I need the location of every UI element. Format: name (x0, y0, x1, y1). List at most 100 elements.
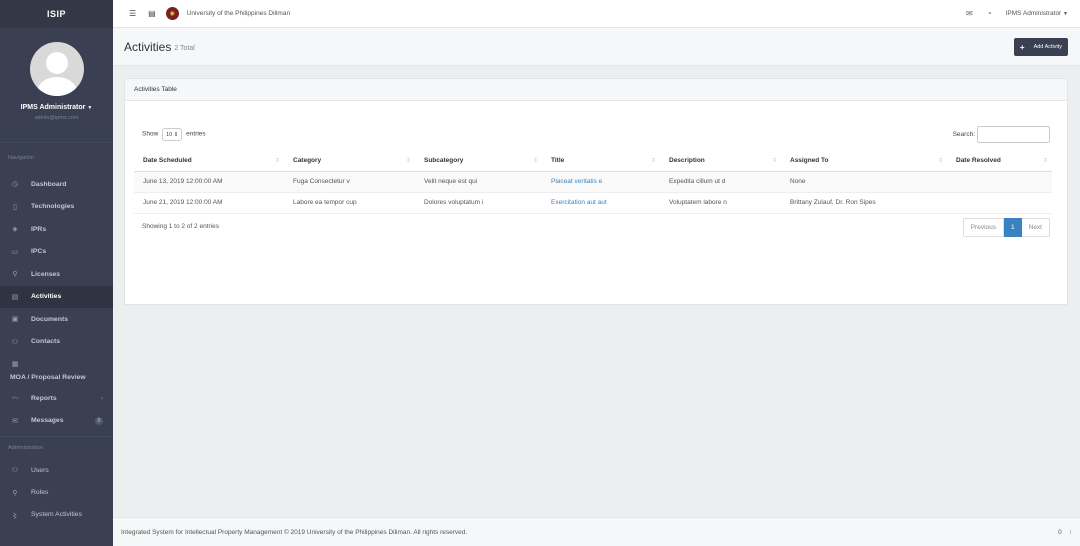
list-toggle-icon[interactable]: ☰ (129, 9, 136, 18)
previous-button[interactable]: Previous (962, 218, 1004, 237)
grid-toggle-icon[interactable]: ▤ (148, 9, 156, 18)
dashboard-icon: ◷ (11, 181, 19, 189)
column-header[interactable]: Title ⇕ (542, 150, 660, 172)
cell-text: Brittany Zulauf, Dr. Ron Sipes (790, 199, 876, 206)
admin-item-roles[interactable]: ⚲ Roles (0, 482, 113, 505)
admin-item-users[interactable]: ⚇ Users (0, 459, 113, 482)
length-control: Show 10 ⇕ entries (142, 128, 206, 141)
admin-section-title: Administration (8, 445, 43, 451)
column-header[interactable]: Subcategory ⇕ (415, 150, 542, 172)
sidebar-item-ipcs[interactable]: ▭ IPCs (0, 241, 113, 264)
page-title: Activities (124, 39, 172, 54)
cell-text: Expedita cillum ut d (669, 178, 726, 185)
table-cell: Labore ea tempor cup (284, 192, 415, 214)
sidebar-item-moa-proposal-review[interactable]: ▦ MOA / Proposal Review (0, 353, 113, 387)
table-cell: Brittany Zulauf, Dr. Ron Sipes (781, 192, 947, 214)
nav-section-title: Navigation (8, 155, 34, 161)
pagination: Previous 1 Next (962, 218, 1050, 237)
sidebar-item-label: Contacts (31, 338, 61, 346)
university-title[interactable]: University of the Philippines Diliman (187, 10, 290, 17)
table-cell: Velit neque est qui (415, 171, 542, 193)
sidebar-item-technologies[interactable]: ▯ Technologies (0, 196, 113, 219)
brand-logo[interactable]: ISIP (0, 0, 113, 28)
sidebar-item-reports[interactable]: 〰 Reports › (0, 387, 113, 410)
table-cell: Expedita cillum ut d (660, 171, 781, 193)
updown-icon: ⇕ (173, 131, 179, 138)
search-label: Search: (952, 131, 975, 138)
activities-panel: Activities Table Show 10 ⇕ entries Searc… (124, 78, 1068, 305)
column-header-label: Category (293, 156, 322, 164)
ipcs-icon: ▭ (11, 248, 19, 256)
admin-item-logout[interactable]: ⇦Logout (0, 538, 113, 546)
profile-menu[interactable]: IPMS Administrator ▼ (0, 104, 113, 111)
next-button[interactable]: Next (1021, 218, 1050, 237)
sidebar: ISIP IPMS Administrator ▼ admin@ipms.com … (0, 0, 113, 546)
system-activities-icon: 〻 (11, 513, 19, 520)
sidebar-item-label: Reports (31, 394, 57, 402)
sort-icon: ⇕ (771, 158, 777, 164)
iprs-icon: ◈ (12, 226, 18, 234)
sidebar-item-activities[interactable]: ▤ Activities (0, 285, 113, 308)
avatar (29, 42, 84, 96)
bell-icon[interactable]: ◔ (987, 9, 992, 18)
column-header[interactable]: Category ⇕ (284, 150, 415, 172)
admin-item-label: System Activities (31, 511, 82, 518)
page-1-button[interactable]: 1 (1004, 218, 1022, 237)
documents-icon: ▣ (11, 316, 19, 324)
column-header[interactable]: Date Scheduled ⇕ (134, 150, 284, 172)
admin-item-system-activities[interactable]: 〻 System Activities (0, 504, 113, 538)
profile-name: IPMS Administrator (20, 104, 86, 111)
table-cell (947, 192, 1052, 214)
sidebar-item-label: MOA / Proposal Review (10, 374, 86, 381)
sidebar-item-documents[interactable]: ▣ Documents (0, 308, 113, 331)
column-header[interactable]: Description ⇕ (660, 150, 781, 172)
messages-badge: 0 (95, 416, 103, 425)
plus-icon: + (1019, 42, 1025, 52)
column-header[interactable]: Date Resolved ⇕ (947, 150, 1052, 172)
entries-value: 10 (166, 131, 173, 138)
add-activity-button[interactable]: + Add Activity (1013, 38, 1068, 56)
search-input[interactable] (977, 126, 1050, 143)
panel-heading: Activities Table (125, 79, 1067, 101)
footer-count: 0 (1058, 528, 1062, 536)
sidebar-item-iprs[interactable]: ◈ IPRs (0, 218, 113, 241)
admin-item-label: Roles (31, 489, 49, 497)
table-info: Showing 1 to 2 of 2 entries (142, 223, 219, 230)
licenses-icon: ⚲ (12, 271, 18, 279)
sidebar-item-dashboard[interactable]: ◷ Dashboard (0, 173, 113, 196)
page-header: Activities 2 Total + Add Activity (113, 28, 1080, 66)
entries-select[interactable]: 10 ⇕ (162, 128, 183, 141)
column-header[interactable]: Assigned To ⇕ (781, 150, 947, 172)
activity-title-link[interactable]: Exercitation aut aut (551, 199, 607, 206)
topbar: ☰ ▤ ◉ University of the Philippines Dili… (113, 0, 1080, 28)
cell-text: Velit neque est qui (424, 178, 478, 185)
sidebar-item-licenses[interactable]: ⚲ Licenses (0, 263, 113, 286)
activity-title-link[interactable]: Placeat veritatis e (551, 178, 602, 185)
mail-icon[interactable]: ✉ (966, 9, 973, 18)
cell-text: June 21, 2019 12:00:00 AM (143, 199, 223, 206)
cell-text: Fuga Consectetur v (293, 178, 350, 185)
cell-text: June 13, 2019 12:00:00 AM (143, 178, 223, 185)
scroll-top-icon[interactable]: ↑ (1069, 529, 1072, 536)
sort-icon: ⇕ (1042, 158, 1048, 164)
add-activity-label: Add Activity (1033, 44, 1062, 50)
sidebar-item-messages[interactable]: ✉ Messages 0 (0, 410, 113, 433)
cell-text: Voluptatem labore n (669, 199, 727, 206)
users-icon: ⚇ (11, 467, 19, 475)
contacts-icon: ⚇ (11, 338, 19, 346)
sidebar-item-label: IPCs (31, 248, 47, 256)
sidebar-item-label: Messages (31, 417, 64, 425)
table-cell: Dolores voluptatum i (415, 192, 542, 214)
messages-icon: ✉ (12, 417, 18, 425)
sidebar-item-contacts[interactable]: ⚇ Contacts (0, 331, 113, 354)
footer: Integrated System for Intellectual Prope… (113, 517, 1080, 546)
table-cell: None (781, 171, 947, 193)
reports-icon: 〰 (11, 395, 19, 403)
user-menu[interactable]: IPMS Administrator ▼ (1006, 10, 1068, 17)
sort-icon: ⇕ (274, 158, 280, 164)
table-row: June 21, 2019 12:00:00 AM Labore ea tempo… (134, 192, 1052, 214)
sidebar-item-label: Licenses (31, 270, 61, 278)
profile-email: admin@ipms.com (34, 115, 79, 121)
footer-text: Integrated System for Intellectual Prope… (121, 528, 468, 536)
roles-icon: ⚲ (12, 489, 18, 497)
